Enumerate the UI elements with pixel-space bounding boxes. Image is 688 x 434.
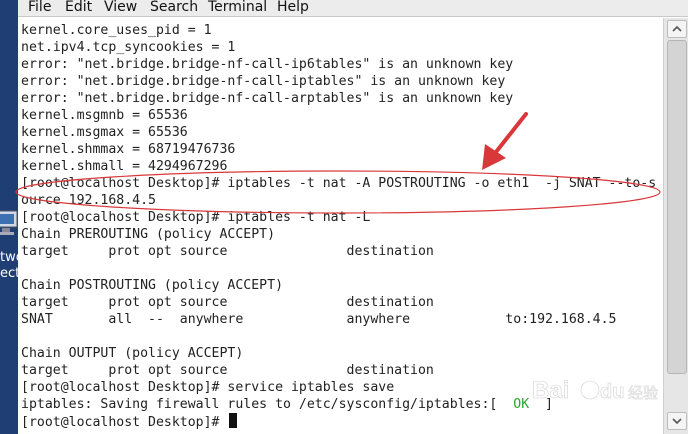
scroll-down-button[interactable] xyxy=(667,412,687,430)
terminal-line: net.ipv4.tcp_syncookies = 1 xyxy=(21,40,236,55)
menu-edit[interactable]: Edit xyxy=(65,0,92,16)
menu-view[interactable]: View xyxy=(104,0,137,16)
scroll-up-button[interactable] xyxy=(667,20,687,38)
terminal-line: [root@localhost Desktop]# service iptabl… xyxy=(21,380,395,395)
terminal-line: kernel.shmall = 4294967296 xyxy=(21,159,228,174)
terminal-line: error: "net.bridge.bridge-nf-call-ip6tab… xyxy=(21,57,514,72)
terminal-line: Chain PREROUTING (policy ACCEPT) xyxy=(21,227,276,242)
menubar: File Edit View Search Terminal Help xyxy=(18,0,688,17)
save-line-suffix: ] xyxy=(529,397,553,412)
desktop-strip: two ect xyxy=(0,0,24,434)
text-cursor xyxy=(229,413,238,428)
save-line-prefix: iptables: Saving firewall rules to /etc/… xyxy=(21,397,514,412)
terminal-line: Chain POSTROUTING (policy ACCEPT) xyxy=(21,278,284,293)
terminal-window: File Edit View Search Terminal Help kern… xyxy=(18,0,688,434)
menu-search[interactable]: Search xyxy=(150,0,198,16)
terminal-line: Chain OUTPUT (policy ACCEPT) xyxy=(21,346,244,361)
terminal-line-command: [root@localhost Desktop]# iptables -t na… xyxy=(21,176,657,191)
menu-help[interactable]: Help xyxy=(277,0,309,16)
terminal-line: error: "net.bridge.bridge-nf-call-arptab… xyxy=(21,91,514,106)
terminal-line: [root@localhost Desktop]# iptables -t na… xyxy=(21,210,371,225)
terminal-line: kernel.msgmax = 65536 xyxy=(21,125,188,140)
terminal-line: SNAT all -- anywhere anywhere to:192.168… xyxy=(21,312,617,327)
vertical-scrollbar[interactable] xyxy=(663,18,688,434)
ok-status: OK xyxy=(513,397,530,412)
terminal-line: target prot opt source destination xyxy=(21,244,434,259)
terminal-line: target prot opt source destination xyxy=(21,363,434,378)
terminal-line-save: iptables: Saving firewall rules to /etc/… xyxy=(21,396,553,413)
menu-terminal[interactable]: Terminal xyxy=(208,0,267,16)
terminal-line: kernel.core_uses_pid = 1 xyxy=(21,23,212,38)
menu-file[interactable]: File xyxy=(28,0,51,16)
terminal-line: target prot opt source destination xyxy=(21,295,434,310)
terminal-line-command-wrap: ource 192.168.4.5 xyxy=(21,193,156,208)
terminal-line: kernel.msgmnb = 65536 xyxy=(21,108,188,123)
terminal-output[interactable]: kernel.core_uses_pid = 1 net.ipv4.tcp_sy… xyxy=(18,18,663,434)
terminal-line: kernel.shmmax = 68719476736 xyxy=(21,142,236,157)
scrollbar-thumb[interactable] xyxy=(667,40,687,374)
chevron-up-icon xyxy=(672,25,682,32)
shell-prompt: [root@localhost Desktop]# xyxy=(21,415,228,430)
terminal-prompt-line: [root@localhost Desktop]# xyxy=(21,413,238,430)
terminal-line: error: "net.bridge.bridge-nf-call-iptabl… xyxy=(21,74,506,89)
network-computer-icon[interactable] xyxy=(0,208,20,240)
chevron-down-icon xyxy=(672,418,682,425)
